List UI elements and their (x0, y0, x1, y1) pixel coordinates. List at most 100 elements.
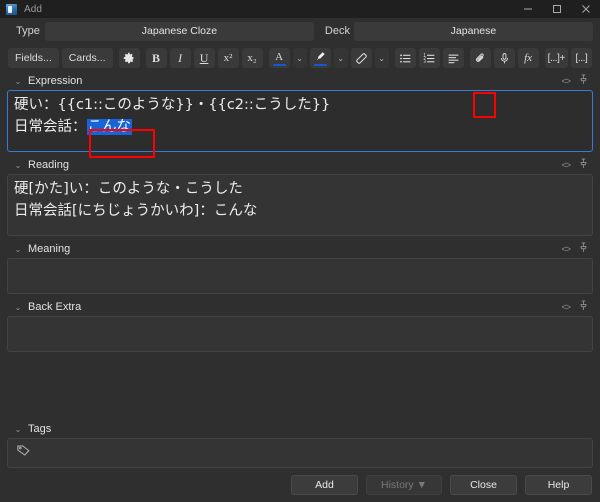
text-color-dropdown[interactable]: ⌄ (292, 48, 307, 68)
cloze-same-card-button[interactable]: [...] (570, 48, 592, 68)
underline-button[interactable]: U (193, 48, 215, 68)
add-note-window: Add Type Japanese Cloze Deck Japanese Fi… (0, 0, 600, 502)
subscript-button[interactable]: x₂ (241, 48, 263, 68)
bold-label: B (152, 50, 161, 65)
field-expression: ⌄ Expression <> 硬い：{{c1::このような}}・{{c2::こ… (7, 72, 593, 152)
window-title: Add (24, 3, 43, 15)
fields-area: ⌄ Expression <> 硬い：{{c1::このような}}・{{c2::こ… (0, 72, 600, 420)
field-input-back-extra[interactable] (7, 316, 593, 352)
field-label: Reading (28, 159, 69, 171)
highlight-color-dropdown[interactable]: ⌄ (333, 48, 348, 68)
notetype-selector-button[interactable]: Japanese Cloze (45, 21, 314, 41)
field-header-icons: <> (561, 72, 588, 90)
tags-label: Tags (28, 423, 52, 435)
field-line: 日常会話：こんな (14, 116, 586, 138)
field-header: ⌄ Back Extra <> (7, 298, 593, 316)
chevron-down-icon[interactable]: ⌄ (13, 77, 23, 86)
field-label: Back Extra (28, 301, 82, 313)
field-back-extra: ⌄ Back Extra <> (7, 298, 593, 352)
type-label: Type (16, 25, 40, 37)
history-button[interactable]: History ▼ (366, 475, 442, 495)
html-editor-icon[interactable]: <> (561, 244, 570, 254)
minimize-icon[interactable] (513, 0, 542, 18)
close-button[interactable]: Close (450, 475, 517, 495)
pin-icon[interactable] (579, 298, 588, 316)
cloze-new-card-label: [...]+ (547, 52, 566, 64)
toolbar-group-lists: 1 2 3 (394, 48, 464, 68)
field-header: ⌄ Reading <> (7, 156, 593, 174)
cloze-new-card-button[interactable]: [...]+ (544, 48, 568, 68)
highlighter-icon[interactable] (309, 48, 331, 68)
field-header-icons: <> (561, 240, 588, 258)
anki-icon (6, 3, 17, 15)
close-icon[interactable] (571, 0, 600, 18)
cloze-same-card-label: [...] (575, 52, 588, 64)
toolbar-group-settings (118, 48, 140, 68)
field-input-meaning[interactable] (7, 258, 593, 294)
toolbar-group-color: A ⌄ ⌄ ⌄ (268, 48, 389, 68)
svg-text:3: 3 (423, 59, 426, 64)
html-editor-icon[interactable]: <> (561, 160, 570, 170)
toolbar-group-notetype: Fields... Cards... (8, 48, 113, 68)
add-button[interactable]: Add (291, 475, 358, 495)
cards-button[interactable]: Cards... (61, 48, 113, 68)
maximize-icon[interactable] (542, 0, 571, 18)
text-color-swatch (272, 63, 286, 66)
eraser-icon[interactable] (350, 48, 372, 68)
title-bar: Add (0, 0, 600, 18)
toolbar-group-media: fx (469, 48, 539, 68)
numbered-list-icon[interactable]: 1 2 3 (418, 48, 440, 68)
pin-icon[interactable] (579, 72, 588, 90)
field-meaning: ⌄ Meaning <> (7, 240, 593, 294)
fields-button[interactable]: Fields... (8, 48, 59, 68)
selected-text: こんな (86, 119, 132, 136)
help-button[interactable]: Help (525, 475, 592, 495)
remove-formatting-dropdown[interactable]: ⌄ (374, 48, 389, 68)
dialog-button-bar: Add History ▼ Close Help (0, 468, 600, 502)
field-label: Meaning (28, 243, 71, 255)
microphone-icon[interactable] (493, 48, 515, 68)
chevron-down-icon[interactable]: ⌄ (13, 245, 23, 254)
tags-input[interactable] (7, 438, 593, 468)
field-line: 日常会話[にちじょうかいわ]：こんな (14, 203, 258, 220)
chevron-down-icon[interactable]: ⌄ (13, 161, 23, 170)
paragraph-align-icon[interactable] (442, 48, 464, 68)
tag-icon (16, 443, 31, 463)
field-header-icons: <> (561, 298, 588, 316)
pin-icon[interactable] (579, 240, 588, 258)
chevron-down-icon[interactable]: ⌄ (13, 425, 23, 434)
field-input-reading[interactable]: 硬[かた]い：このような・こうした 日常会話[にちじょうかいわ]：こんな (7, 174, 593, 236)
subscript-label: x₂ (247, 52, 257, 64)
tags-header: ⌄ Tags (7, 420, 593, 438)
deck-label: Deck (324, 25, 350, 37)
gear-icon[interactable] (118, 48, 140, 68)
underline-label: U (199, 50, 209, 65)
html-editor-icon[interactable]: <> (561, 302, 570, 312)
field-line: 硬い：{{c1::このような}}・{{c2::こうした}} (14, 97, 331, 113)
toolbar-group-format: B I U x² x₂ (145, 48, 263, 68)
bold-button[interactable]: B (145, 48, 167, 68)
equation-label: fx (524, 52, 533, 64)
highlight-color-swatch (313, 63, 327, 66)
bulleted-list-icon[interactable] (394, 48, 416, 68)
equation-button[interactable]: fx (517, 48, 539, 68)
chevron-down-icon[interactable]: ⌄ (13, 303, 23, 312)
italic-label: I (178, 50, 183, 65)
window-controls (513, 0, 600, 18)
superscript-button[interactable]: x² (217, 48, 239, 68)
field-header: ⌄ Meaning <> (7, 240, 593, 258)
field-line: 硬[かた]い：このような・こうした (14, 181, 243, 197)
deck-selector-button[interactable]: Japanese (353, 21, 594, 41)
paperclip-icon[interactable] (469, 48, 491, 68)
toolbar-group-cloze: [...]+ [...] (544, 48, 592, 68)
field-header-icons: <> (561, 156, 588, 174)
field-header: ⌄ Expression <> (7, 72, 593, 90)
html-editor-icon[interactable]: <> (561, 76, 570, 86)
pin-icon[interactable] (579, 156, 588, 174)
text-color-button[interactable]: A (268, 48, 290, 68)
notetype-deck-row: Type Japanese Cloze Deck Japanese (0, 18, 600, 44)
italic-button[interactable]: I (169, 48, 191, 68)
field-reading: ⌄ Reading <> 硬[かた]い：このような・こうした 日常会話[にちじょ… (7, 156, 593, 236)
field-input-expression[interactable]: 硬い：{{c1::このような}}・{{c2::こうした}} 日常会話：こんな (7, 90, 593, 152)
tags-section: ⌄ Tags (0, 420, 600, 468)
